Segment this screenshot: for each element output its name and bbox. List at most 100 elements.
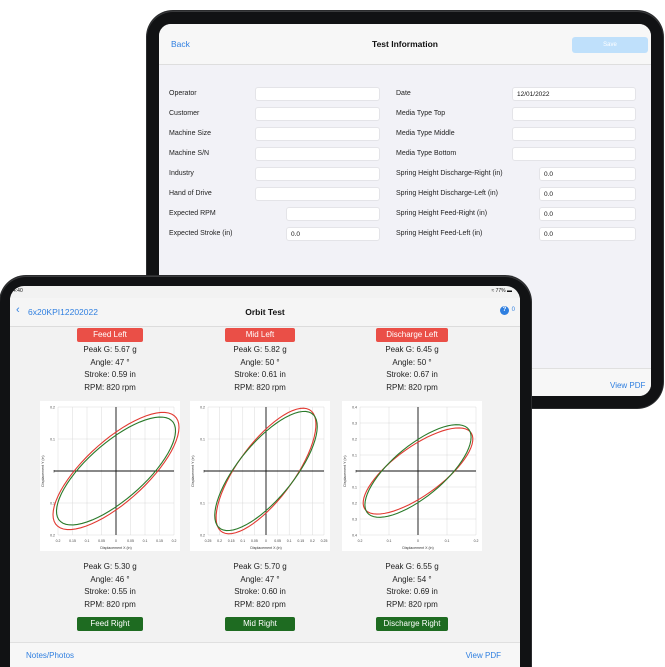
x-tick-label: 0.25 bbox=[205, 539, 212, 543]
x-tick-label: 0.1 bbox=[143, 539, 148, 543]
x-tick-label: 0.2 bbox=[474, 539, 479, 543]
orbit-test-screen: 4:40 ≈ 77% ▬ ‹ 6x20KPI12202022 Orbit Tes… bbox=[10, 286, 520, 667]
help-count: 0 bbox=[511, 307, 515, 313]
sensor-stats-top: Peak G: 5.67 g Angle: 47 ° Stroke: 0.59 in… bbox=[60, 344, 160, 394]
x-tick-label: 0.2 bbox=[217, 539, 222, 543]
stat-peak: Peak G: 5.82 g bbox=[233, 345, 287, 354]
orbit-plot: 0.2 0.15 0.1 0.05 0 0.05 0.1 0.15 0.20.20.100.10… bbox=[40, 401, 180, 551]
stat-angle: Angle: 54 ° bbox=[392, 574, 432, 584]
text-field[interactable]: 0.0 bbox=[539, 167, 636, 181]
text-field[interactable] bbox=[255, 107, 380, 121]
battery-icon: ▬ bbox=[507, 288, 512, 294]
footer-bar: Notes/Photos View PDF bbox=[10, 642, 520, 667]
sensor-label-top[interactable]: Mid Left bbox=[225, 328, 295, 342]
text-field[interactable]: 12/01/2022 bbox=[512, 87, 636, 101]
field-label: Industry bbox=[169, 170, 194, 177]
stat-rpm: RPM: 820 rpm bbox=[84, 382, 136, 392]
text-field[interactable]: 0.0 bbox=[539, 227, 636, 241]
sensor-label-top[interactable]: Discharge Left bbox=[376, 328, 448, 342]
sensor-stats-bottom: Peak G: 5.30 g Angle: 46 ° Stroke: 0.55 in… bbox=[60, 561, 160, 611]
save-button[interactable]: Save bbox=[572, 37, 648, 53]
text-field[interactable] bbox=[255, 167, 380, 181]
help-icon[interactable]: ? bbox=[500, 306, 509, 315]
stat-stroke: Stroke: 0.61 in bbox=[234, 370, 286, 379]
text-field[interactable] bbox=[286, 207, 380, 221]
notes-photos-button[interactable]: Notes/Photos bbox=[26, 651, 74, 660]
x-tick-label: 0.1 bbox=[240, 539, 245, 543]
stat-peak: Peak G: 6.45 g bbox=[385, 345, 439, 354]
y-tick-label: 0.1 bbox=[352, 454, 357, 458]
stat-angle: Angle: 50 ° bbox=[392, 357, 432, 367]
view-pdf-button[interactable]: View PDF bbox=[466, 651, 501, 660]
stat-peak: Peak G: 6.55 g bbox=[385, 562, 439, 571]
sensor-label-bottom[interactable]: Mid Right bbox=[225, 617, 295, 631]
stat-stroke: Stroke: 0.69 in bbox=[386, 587, 438, 596]
sensor-stats-top: Peak G: 6.45 g Angle: 50 ° Stroke: 0.67 in… bbox=[362, 344, 462, 394]
y-tick-label: 0.4 bbox=[352, 406, 357, 410]
orbit-plot: 0.25 0.2 0.15 0.1 0.05 0 0.05 0.1 0.15 0.2 0.250.2… bbox=[190, 401, 330, 551]
y-tick-label: 0.2 bbox=[50, 534, 55, 538]
text-field[interactable] bbox=[255, 127, 380, 141]
y-tick-label: 0.1 bbox=[352, 486, 357, 490]
sensor-stats-top: Peak G: 5.82 g Angle: 50 ° Stroke: 0.61 in… bbox=[210, 344, 310, 394]
status-right: ≈ 77% ▬ bbox=[491, 288, 512, 294]
field-label: Hand of Drive bbox=[169, 190, 212, 197]
field-label: Operator bbox=[169, 90, 197, 97]
stat-rpm: RPM: 820 rpm bbox=[386, 382, 438, 392]
x-tick-label: 0 bbox=[417, 539, 419, 543]
text-field[interactable] bbox=[255, 187, 380, 201]
text-field[interactable] bbox=[255, 147, 380, 161]
sensor-stats-bottom: Peak G: 5.70 g Angle: 47 ° Stroke: 0.60 in… bbox=[210, 561, 310, 611]
status-time: 4:40 bbox=[13, 288, 23, 294]
sensor-stats-bottom: Peak G: 6.55 g Angle: 54 ° Stroke: 0.69 in… bbox=[362, 561, 462, 611]
y-tick-label: 0.4 bbox=[352, 534, 357, 538]
text-field[interactable]: 0.0 bbox=[539, 187, 636, 201]
y-tick-label: 0.1 bbox=[50, 438, 55, 442]
x-tick-label: 0.2 bbox=[172, 539, 177, 543]
y-tick-label: 0.2 bbox=[50, 406, 55, 410]
x-axis-title: Displacement X (in) bbox=[250, 546, 281, 550]
stat-stroke: Stroke: 0.67 in bbox=[386, 370, 438, 379]
view-pdf-button[interactable]: View PDF bbox=[610, 381, 645, 390]
field-label: Spring Height Discharge-Left (in) bbox=[396, 190, 498, 197]
field-label: Customer bbox=[169, 110, 200, 117]
sensor-label-bottom[interactable]: Feed Right bbox=[77, 617, 143, 631]
text-field[interactable] bbox=[512, 127, 636, 141]
stat-peak: Peak G: 5.30 g bbox=[83, 562, 137, 571]
sensor-label-bottom[interactable]: Discharge Right bbox=[376, 617, 448, 631]
stat-rpm: RPM: 820 rpm bbox=[84, 599, 136, 609]
y-tick-label: 0 bbox=[203, 470, 205, 474]
y-axis-title: Displacement Y (in) bbox=[191, 455, 195, 486]
orbit-test-navbar: ‹ 6x20KPI12202022 Orbit Test ? 0 bbox=[10, 298, 520, 327]
field-label: Media Type Bottom bbox=[396, 150, 457, 157]
stat-stroke: Stroke: 0.59 in bbox=[84, 370, 136, 379]
x-tick-label: 0.15 bbox=[228, 539, 235, 543]
stat-stroke: Stroke: 0.60 in bbox=[234, 587, 286, 596]
field-label: Expected Stroke (in) bbox=[169, 230, 233, 237]
y-tick-label: 0.2 bbox=[352, 438, 357, 442]
stat-peak: Peak G: 5.67 g bbox=[83, 345, 137, 354]
text-field[interactable] bbox=[512, 147, 636, 161]
text-field[interactable] bbox=[255, 87, 380, 101]
ipad-front-device: 4:40 ≈ 77% ▬ ‹ 6x20KPI12202022 Orbit Tes… bbox=[0, 276, 531, 667]
field-label: Spring Height Discharge-Right (in) bbox=[396, 170, 503, 177]
text-field[interactable] bbox=[512, 107, 636, 121]
sensor-label-top[interactable]: Feed Left bbox=[77, 328, 143, 342]
x-axis-title: Displacement X (in) bbox=[100, 546, 131, 550]
stat-angle: Angle: 47 ° bbox=[90, 357, 130, 367]
y-tick-label: 0.2 bbox=[200, 406, 205, 410]
y-tick-label: 0.2 bbox=[200, 534, 205, 538]
x-tick-label: 0.1 bbox=[85, 539, 90, 543]
text-field[interactable]: 0.0 bbox=[286, 227, 380, 241]
status-bar: 4:40 ≈ 77% ▬ bbox=[10, 286, 520, 298]
x-tick-label: 0.2 bbox=[56, 539, 61, 543]
y-tick-label: 0 bbox=[355, 470, 357, 474]
stat-rpm: RPM: 820 rpm bbox=[386, 599, 438, 609]
x-tick-label: 0 bbox=[115, 539, 117, 543]
text-field[interactable]: 0.0 bbox=[539, 207, 636, 221]
x-tick-label: 0.05 bbox=[127, 539, 134, 543]
field-label: Media Type Middle bbox=[396, 130, 455, 137]
y-tick-label: 0 bbox=[53, 470, 55, 474]
x-tick-label: 0.1 bbox=[287, 539, 292, 543]
x-tick-label: 0.15 bbox=[297, 539, 304, 543]
